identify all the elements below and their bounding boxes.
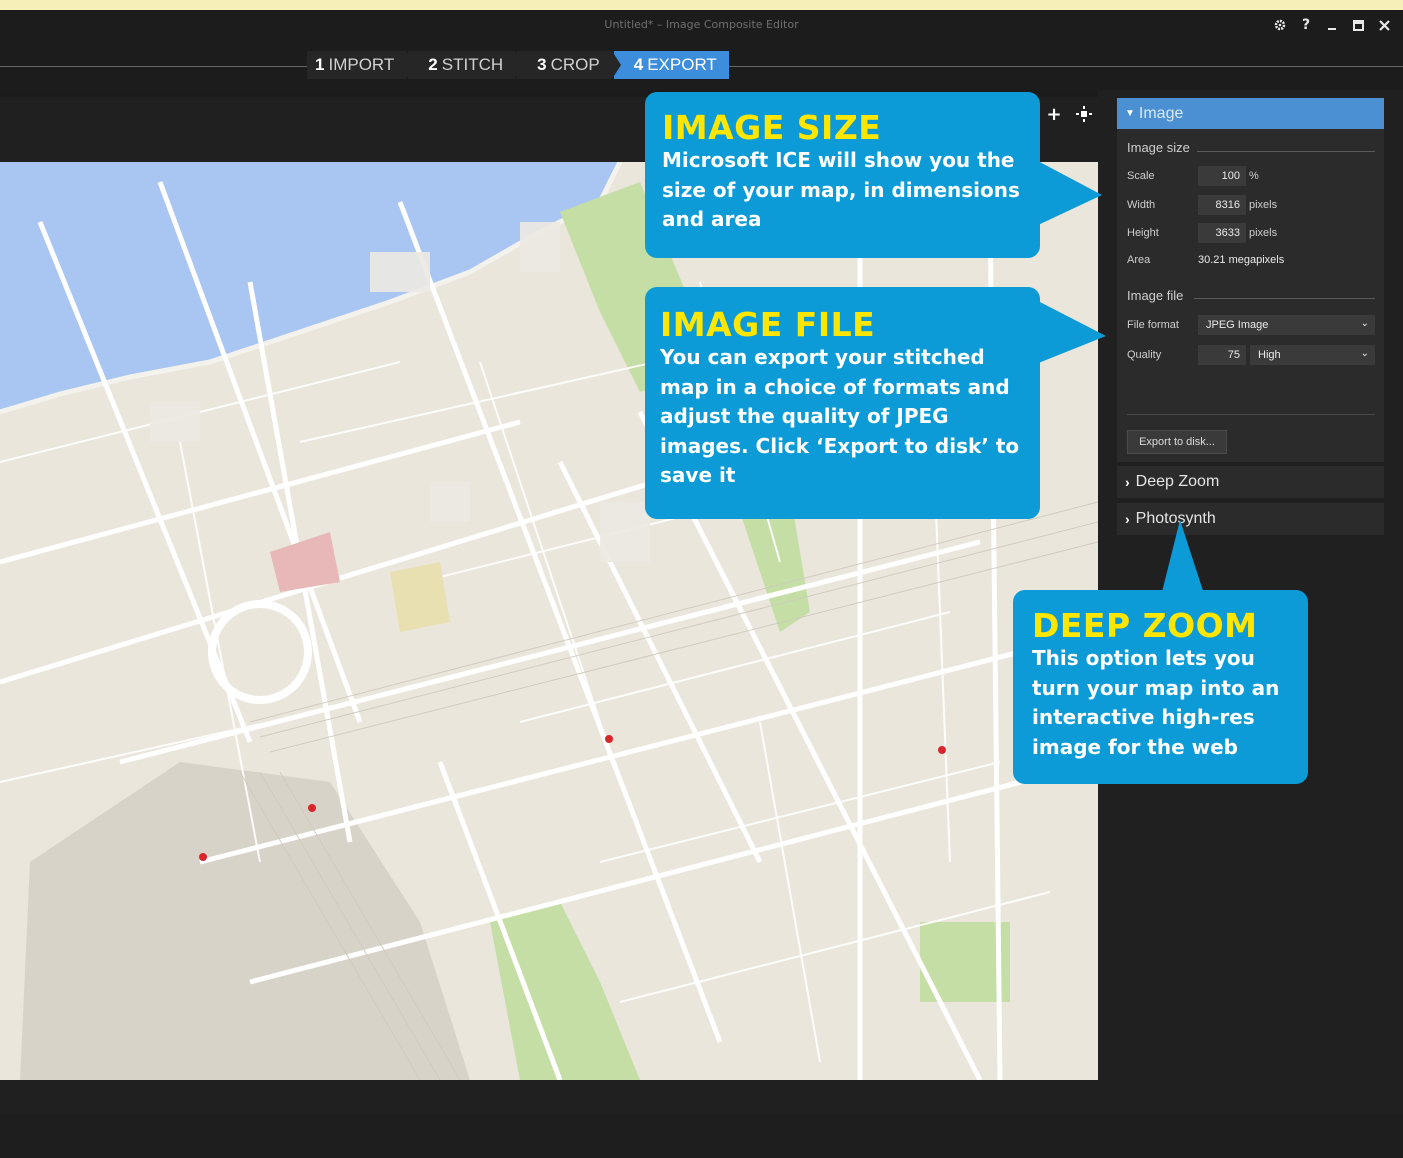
title-bar: Untitled* – Image Composite Editor ? bbox=[0, 10, 1403, 44]
chevron-down-icon: ⌄ bbox=[1360, 348, 1369, 359]
step-number: 2 bbox=[428, 55, 438, 74]
callout-body: This option lets you turn your map into … bbox=[1032, 646, 1280, 759]
callout-title: IMAGE FILE bbox=[660, 305, 876, 344]
step-label: STITCH bbox=[441, 55, 504, 74]
callout-title: IMAGE SIZE bbox=[662, 108, 882, 147]
callout-pointer bbox=[1036, 160, 1102, 226]
deep-zoom-callout: DEEP ZOOM This option lets you turn your… bbox=[1013, 590, 1308, 784]
file-format-value: JPEG Image bbox=[1206, 319, 1269, 331]
image-size-callout: IMAGE SIZE Microsoft ICE will show you t… bbox=[645, 92, 1040, 258]
step-import[interactable]: 1 IMPORT bbox=[307, 51, 416, 79]
chevron-right-icon bbox=[611, 51, 621, 79]
step-export[interactable]: 4 EXPORT bbox=[613, 51, 729, 79]
callout-body: You can export your stitched map in a ch… bbox=[660, 345, 1020, 487]
chevron-right-icon bbox=[515, 51, 525, 79]
image-file-group-label: Image file bbox=[1127, 288, 1184, 303]
area-value: 30.21 megapixels bbox=[1198, 254, 1285, 266]
image-size-group-label: Image size bbox=[1127, 140, 1190, 155]
scale-label: Scale bbox=[1127, 170, 1155, 182]
chevron-right-icon: › bbox=[1125, 474, 1130, 490]
fit-to-window-icon[interactable] bbox=[1073, 103, 1095, 125]
maximize-icon[interactable] bbox=[1351, 16, 1365, 34]
quality-input[interactable]: 75 bbox=[1198, 345, 1246, 365]
window-controls: ? bbox=[1273, 16, 1391, 34]
chevron-down-icon: ▼ bbox=[1125, 108, 1135, 119]
chevron-down-icon: ⌄ bbox=[1360, 318, 1369, 329]
deep-zoom-section-header[interactable]: › Deep Zoom bbox=[1117, 466, 1384, 498]
status-bar bbox=[0, 1115, 1403, 1158]
workflow-line-right bbox=[682, 66, 1403, 67]
step-number: 4 bbox=[633, 55, 644, 74]
step-label: IMPORT bbox=[328, 55, 395, 74]
file-format-select[interactable]: JPEG Image ⌄ bbox=[1198, 315, 1375, 335]
plus-icon[interactable]: + bbox=[1043, 103, 1065, 125]
callout-body: Microsoft ICE will show you the size of … bbox=[662, 148, 1020, 231]
file-format-label: File format bbox=[1127, 319, 1179, 331]
chevron-right-icon bbox=[406, 51, 416, 79]
area-label: Area bbox=[1127, 254, 1151, 266]
divider bbox=[1197, 151, 1375, 152]
image-section-header[interactable]: ▼ Image bbox=[1117, 98, 1384, 129]
step-label: EXPORT bbox=[647, 55, 717, 74]
quality-label: Quality bbox=[1127, 349, 1162, 361]
close-icon[interactable] bbox=[1377, 16, 1391, 34]
divider bbox=[1127, 414, 1375, 415]
image-file-callout: IMAGE FILE You can export your stitched … bbox=[645, 287, 1040, 519]
quality-level-value: High bbox=[1258, 349, 1281, 361]
callout-title: DEEP ZOOM bbox=[1032, 606, 1258, 645]
top-strip bbox=[0, 0, 1403, 10]
callout-pointer bbox=[1160, 520, 1206, 600]
scale-input[interactable]: 100 bbox=[1198, 166, 1246, 186]
gear-icon[interactable] bbox=[1273, 16, 1287, 34]
export-to-disk-button[interactable]: Export to disk... bbox=[1127, 430, 1227, 454]
callout-pointer bbox=[1036, 300, 1106, 364]
step-number: 1 bbox=[315, 55, 325, 74]
divider bbox=[1194, 298, 1375, 299]
help-icon[interactable]: ? bbox=[1299, 16, 1313, 34]
height-label: Height bbox=[1127, 227, 1159, 239]
minimize-icon[interactable] bbox=[1325, 16, 1339, 34]
width-label: Width bbox=[1127, 199, 1156, 211]
quality-level-select[interactable]: High ⌄ bbox=[1250, 345, 1375, 365]
step-label: CROP bbox=[550, 55, 600, 74]
width-unit: pixels bbox=[1249, 199, 1278, 211]
workflow-steps: 1 IMPORT 2 STITCH 3 CROP 4 EXPORT bbox=[307, 51, 731, 79]
width-input[interactable]: 8316 bbox=[1198, 195, 1246, 215]
view-tools: + bbox=[1043, 103, 1095, 125]
photosynth-section-header[interactable]: › Photosynth bbox=[1117, 503, 1384, 535]
workflow-line-left bbox=[0, 66, 307, 67]
step-stitch[interactable]: 2 STITCH bbox=[408, 51, 525, 79]
chevron-right-icon: › bbox=[1125, 511, 1130, 527]
scale-unit: % bbox=[1249, 170, 1259, 182]
height-input[interactable]: 3633 bbox=[1198, 223, 1246, 243]
step-number: 3 bbox=[537, 55, 547, 74]
deep-zoom-title: Deep Zoom bbox=[1135, 473, 1220, 490]
window-title: Untitled* – Image Composite Editor bbox=[604, 18, 799, 31]
height-unit: pixels bbox=[1249, 227, 1278, 239]
image-section-title: Image bbox=[1138, 104, 1184, 122]
step-crop[interactable]: 3 CROP bbox=[517, 51, 621, 79]
